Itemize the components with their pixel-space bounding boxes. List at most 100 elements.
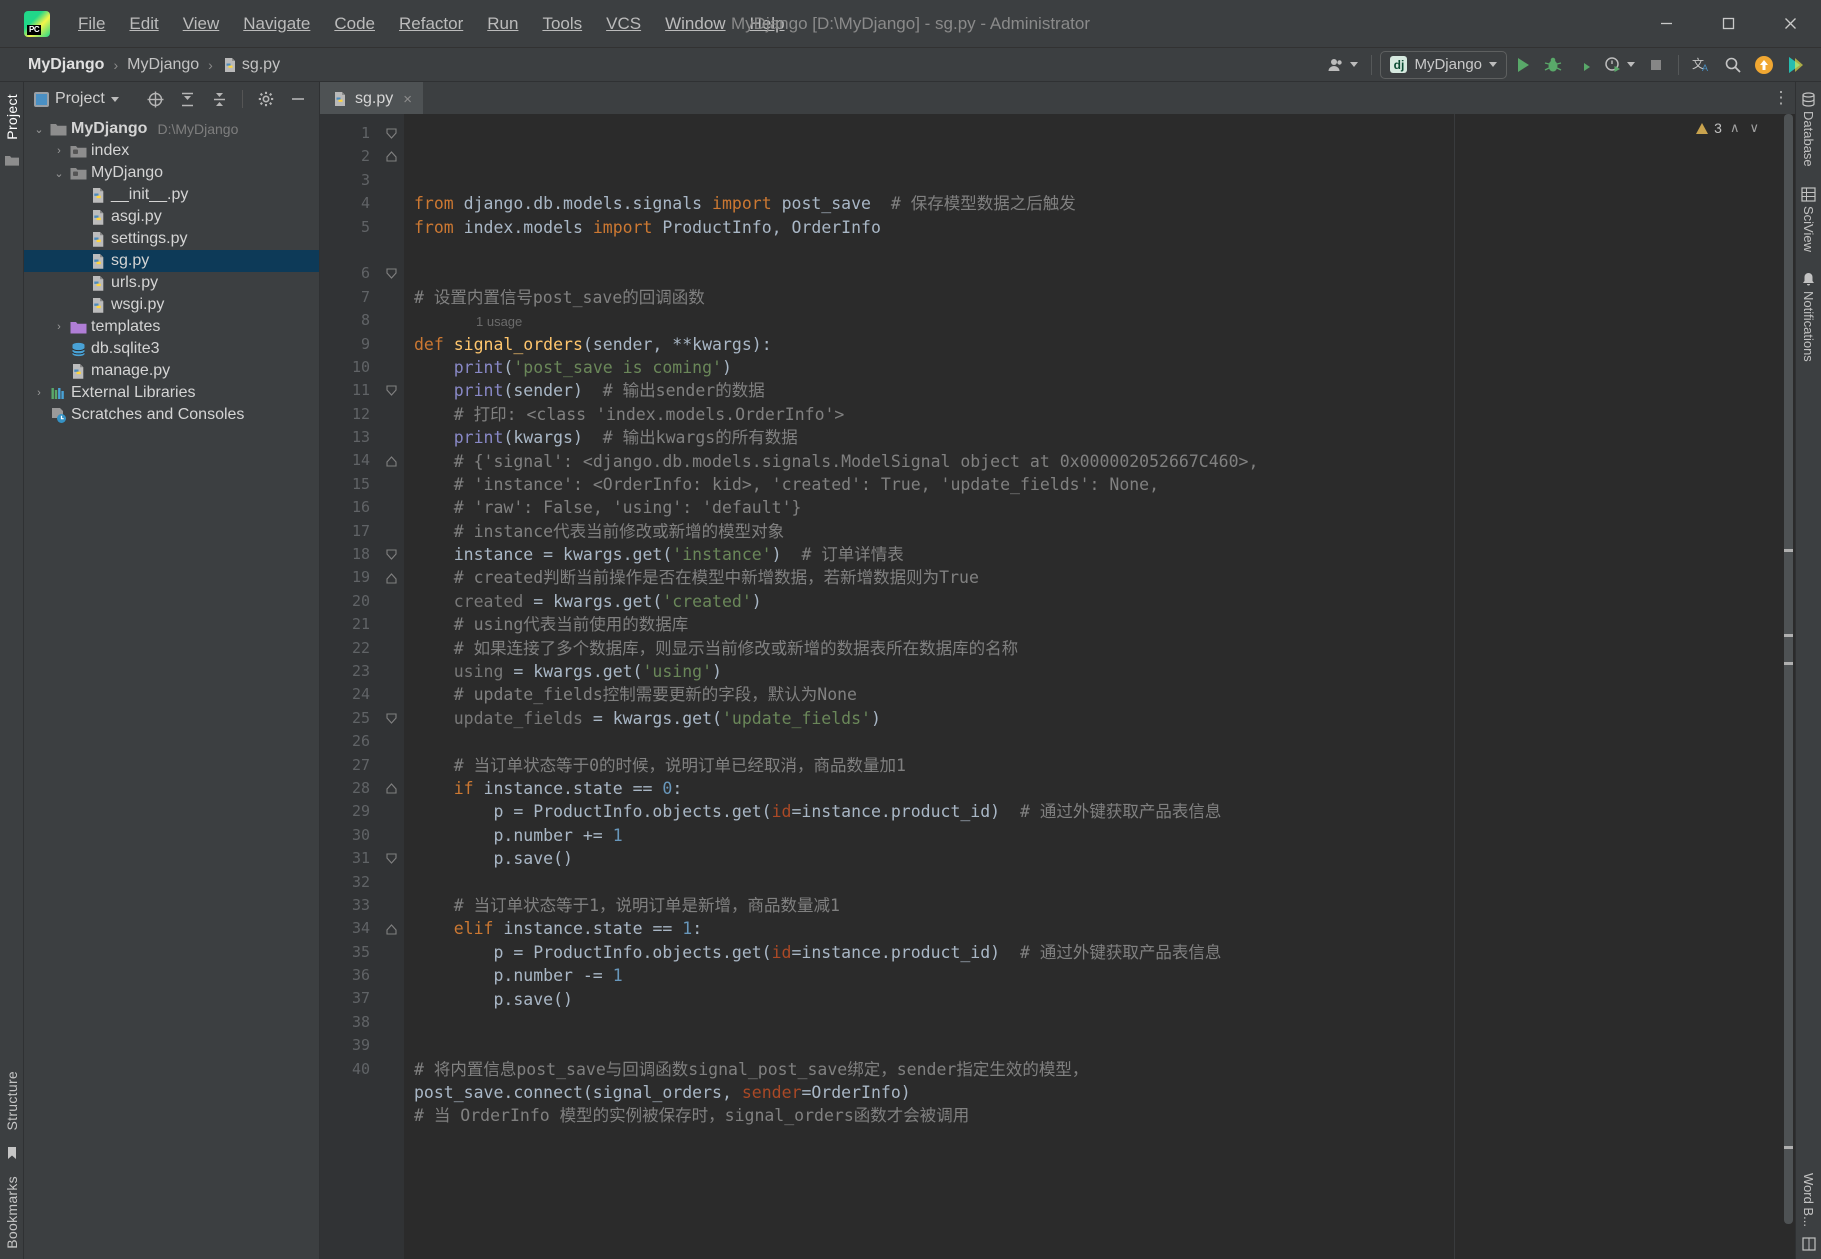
tree-expand-arrow[interactable]: ⌄ bbox=[32, 123, 46, 136]
code-line-14[interactable]: # instance代表当前修改或新增的模型对象 bbox=[404, 520, 1781, 543]
ide-feature-icon[interactable] bbox=[1781, 51, 1811, 79]
right-strip-label-word[interactable]: Word B... bbox=[1801, 1173, 1816, 1227]
menu-navigate[interactable]: Navigate bbox=[231, 10, 322, 38]
fold-start-icon[interactable] bbox=[385, 267, 398, 280]
usage-hint[interactable]: 1 usage bbox=[404, 309, 1781, 332]
code-line-30[interactable]: # 当订单状态等于1，说明订单是新增，商品数量减1 bbox=[404, 894, 1781, 917]
tool-window-button-notifications[interactable]: Notifications bbox=[1801, 272, 1816, 361]
fold-start-icon[interactable] bbox=[385, 127, 398, 140]
tree-item-index[interactable]: › index bbox=[24, 140, 319, 162]
chevron-down-icon[interactable]: ∨ bbox=[1747, 120, 1761, 136]
translate-icon[interactable]: 文 A bbox=[1687, 51, 1717, 79]
code-line-18[interactable]: # using代表当前使用的数据库 bbox=[404, 613, 1781, 636]
tool-window-button-project[interactable]: Project bbox=[4, 94, 20, 140]
minimize-button[interactable] bbox=[1635, 0, 1697, 48]
code-line-7[interactable]: print('post_save is coming') bbox=[404, 356, 1781, 379]
menu-tools[interactable]: Tools bbox=[530, 10, 594, 38]
code-line-11[interactable]: # {'signal': <django.db.models.signals.M… bbox=[404, 450, 1781, 473]
code-line-28[interactable]: p.save() bbox=[404, 847, 1781, 870]
breadcrumb-item-project[interactable]: MyDjango bbox=[24, 55, 108, 75]
code-line-22[interactable]: update_fields = kwargs.get('update_field… bbox=[404, 707, 1781, 730]
tree-item--init-py[interactable]: __init__.py bbox=[24, 184, 319, 206]
code-line-6[interactable]: def signal_orders(sender, **kwargs): bbox=[404, 333, 1781, 356]
breadcrumb-item-file[interactable]: sg.py bbox=[218, 55, 284, 75]
run-with-coverage-button[interactable] bbox=[1569, 51, 1597, 79]
editor-tab-sg-py[interactable]: sg.py × bbox=[320, 82, 424, 114]
code-line-8[interactable]: print(sender) # 输出sender的数据 bbox=[404, 379, 1781, 402]
code-content[interactable]: from django.db.models.signals import pos… bbox=[404, 114, 1781, 1259]
code-line-10[interactable]: print(kwargs) # 输出kwargs的所有数据 bbox=[404, 426, 1781, 449]
fold-start-icon[interactable] bbox=[385, 852, 398, 865]
tree-item-manage-py[interactable]: manage.py bbox=[24, 360, 319, 382]
close-icon[interactable]: × bbox=[403, 91, 412, 108]
tree-expand-arrow[interactable]: ⌄ bbox=[52, 167, 66, 180]
fold-start-icon[interactable] bbox=[385, 384, 398, 397]
code-line-38[interactable]: post_save.connect(signal_orders, sender=… bbox=[404, 1081, 1781, 1104]
folder-icon[interactable] bbox=[4, 154, 19, 166]
tree-item-mydjango[interactable]: ⌄ MyDjango bbox=[24, 162, 319, 184]
scrollbar-thumb[interactable] bbox=[1784, 114, 1793, 1224]
tool-window-button-sciview[interactable]: SciView bbox=[1801, 187, 1816, 252]
tree-expand-arrow[interactable]: › bbox=[32, 387, 46, 399]
fold-end-icon[interactable] bbox=[385, 455, 398, 468]
close-button[interactable] bbox=[1759, 0, 1821, 48]
bookmark-icon[interactable] bbox=[6, 1146, 18, 1160]
code-line-25[interactable]: if instance.state == 0: bbox=[404, 777, 1781, 800]
tree-item-urls-py[interactable]: urls.py bbox=[24, 272, 319, 294]
code-line-40[interactable] bbox=[404, 1128, 1781, 1151]
search-icon[interactable] bbox=[1719, 51, 1747, 79]
expand-all-icon[interactable] bbox=[174, 86, 200, 112]
code-line-32[interactable]: p = ProductInfo.objects.get(id=instance.… bbox=[404, 941, 1781, 964]
gear-icon[interactable] bbox=[253, 86, 279, 112]
grid-icon[interactable] bbox=[1801, 1237, 1816, 1251]
menu-vcs[interactable]: VCS bbox=[594, 10, 653, 38]
breadcrumb-item-package[interactable]: MyDjango bbox=[123, 55, 203, 75]
fold-end-icon[interactable] bbox=[385, 923, 398, 936]
account-icon[interactable] bbox=[1322, 51, 1363, 79]
fold-start-icon[interactable] bbox=[385, 548, 398, 561]
code-line-5[interactable]: # 设置内置信号post_save的回调函数 bbox=[404, 286, 1781, 309]
code-line-27[interactable]: p.number += 1 bbox=[404, 824, 1781, 847]
tree-item-db-sqlite3[interactable]: db.sqlite3 bbox=[24, 338, 319, 360]
code-line-36[interactable] bbox=[404, 1034, 1781, 1057]
menu-view[interactable]: View bbox=[171, 10, 232, 38]
inspection-widget[interactable]: 3 ∧ ∨ bbox=[1696, 120, 1761, 136]
code-line-19[interactable]: # 如果连接了多个数据库，则显示当前修改或新增的数据表所在数据库的名称 bbox=[404, 637, 1781, 660]
editor-options-icon[interactable]: ⋮ bbox=[1767, 82, 1795, 114]
code-line-1[interactable]: from django.db.models.signals import pos… bbox=[404, 192, 1781, 215]
fold-start-icon[interactable] bbox=[385, 712, 398, 725]
code-line-35[interactable] bbox=[404, 1011, 1781, 1034]
menu-edit[interactable]: Edit bbox=[117, 10, 170, 38]
code-line-2[interactable]: from index.models import ProductInfo, Or… bbox=[404, 216, 1781, 239]
code-line-16[interactable]: # created判断当前操作是否在模型中新增数据，若新增数据则为True bbox=[404, 566, 1781, 589]
hide-panel-icon[interactable] bbox=[285, 86, 311, 112]
fold-end-icon[interactable] bbox=[385, 150, 398, 163]
tree-item-wsgi-py[interactable]: wsgi.py bbox=[24, 294, 319, 316]
select-opened-file-icon[interactable] bbox=[142, 86, 168, 112]
tree-item-mydjango[interactable]: ⌄ MyDjango D:\MyDjango bbox=[24, 118, 319, 140]
update-icon[interactable] bbox=[1749, 51, 1779, 79]
stop-button[interactable] bbox=[1642, 51, 1670, 79]
tree-expand-arrow[interactable]: › bbox=[52, 321, 66, 333]
run-configuration-selector[interactable]: dj MyDjango bbox=[1380, 50, 1507, 79]
code-line-29[interactable] bbox=[404, 871, 1781, 894]
code-line-13[interactable]: # 'raw': False, 'using': 'default'} bbox=[404, 496, 1781, 519]
menu-window[interactable]: Window bbox=[653, 10, 737, 38]
editor-scrollbar[interactable] bbox=[1781, 114, 1795, 1259]
tree-item-asgi-py[interactable]: asgi.py bbox=[24, 206, 319, 228]
tree-item-templates[interactable]: › templates bbox=[24, 316, 319, 338]
code-line-23[interactable] bbox=[404, 730, 1781, 753]
code-line-37[interactable]: # 将内置信息post_save与回调函数signal_post_save绑定，… bbox=[404, 1058, 1781, 1081]
profiler-button[interactable] bbox=[1599, 51, 1640, 79]
fold-end-icon[interactable] bbox=[385, 572, 398, 585]
menu-bar[interactable]: File Edit View Navigate Code Refactor Ru… bbox=[66, 10, 797, 38]
debug-button[interactable] bbox=[1539, 51, 1567, 79]
tree-item-external-libraries[interactable]: › External Libraries bbox=[24, 382, 319, 404]
chevron-down-icon[interactable] bbox=[110, 96, 119, 102]
code-line-12[interactable]: # 'instance': <OrderInfo: kid>, 'created… bbox=[404, 473, 1781, 496]
menu-help[interactable]: Help bbox=[738, 10, 797, 38]
code-line-15[interactable]: instance = kwargs.get('instance') # 订单详情… bbox=[404, 543, 1781, 566]
code-line-21[interactable]: # update_fields控制需要更新的字段，默认为None bbox=[404, 683, 1781, 706]
tree-item-scratches-and-consoles[interactable]: Scratches and Consoles bbox=[24, 404, 319, 426]
code-line-20[interactable]: using = kwargs.get('using') bbox=[404, 660, 1781, 683]
